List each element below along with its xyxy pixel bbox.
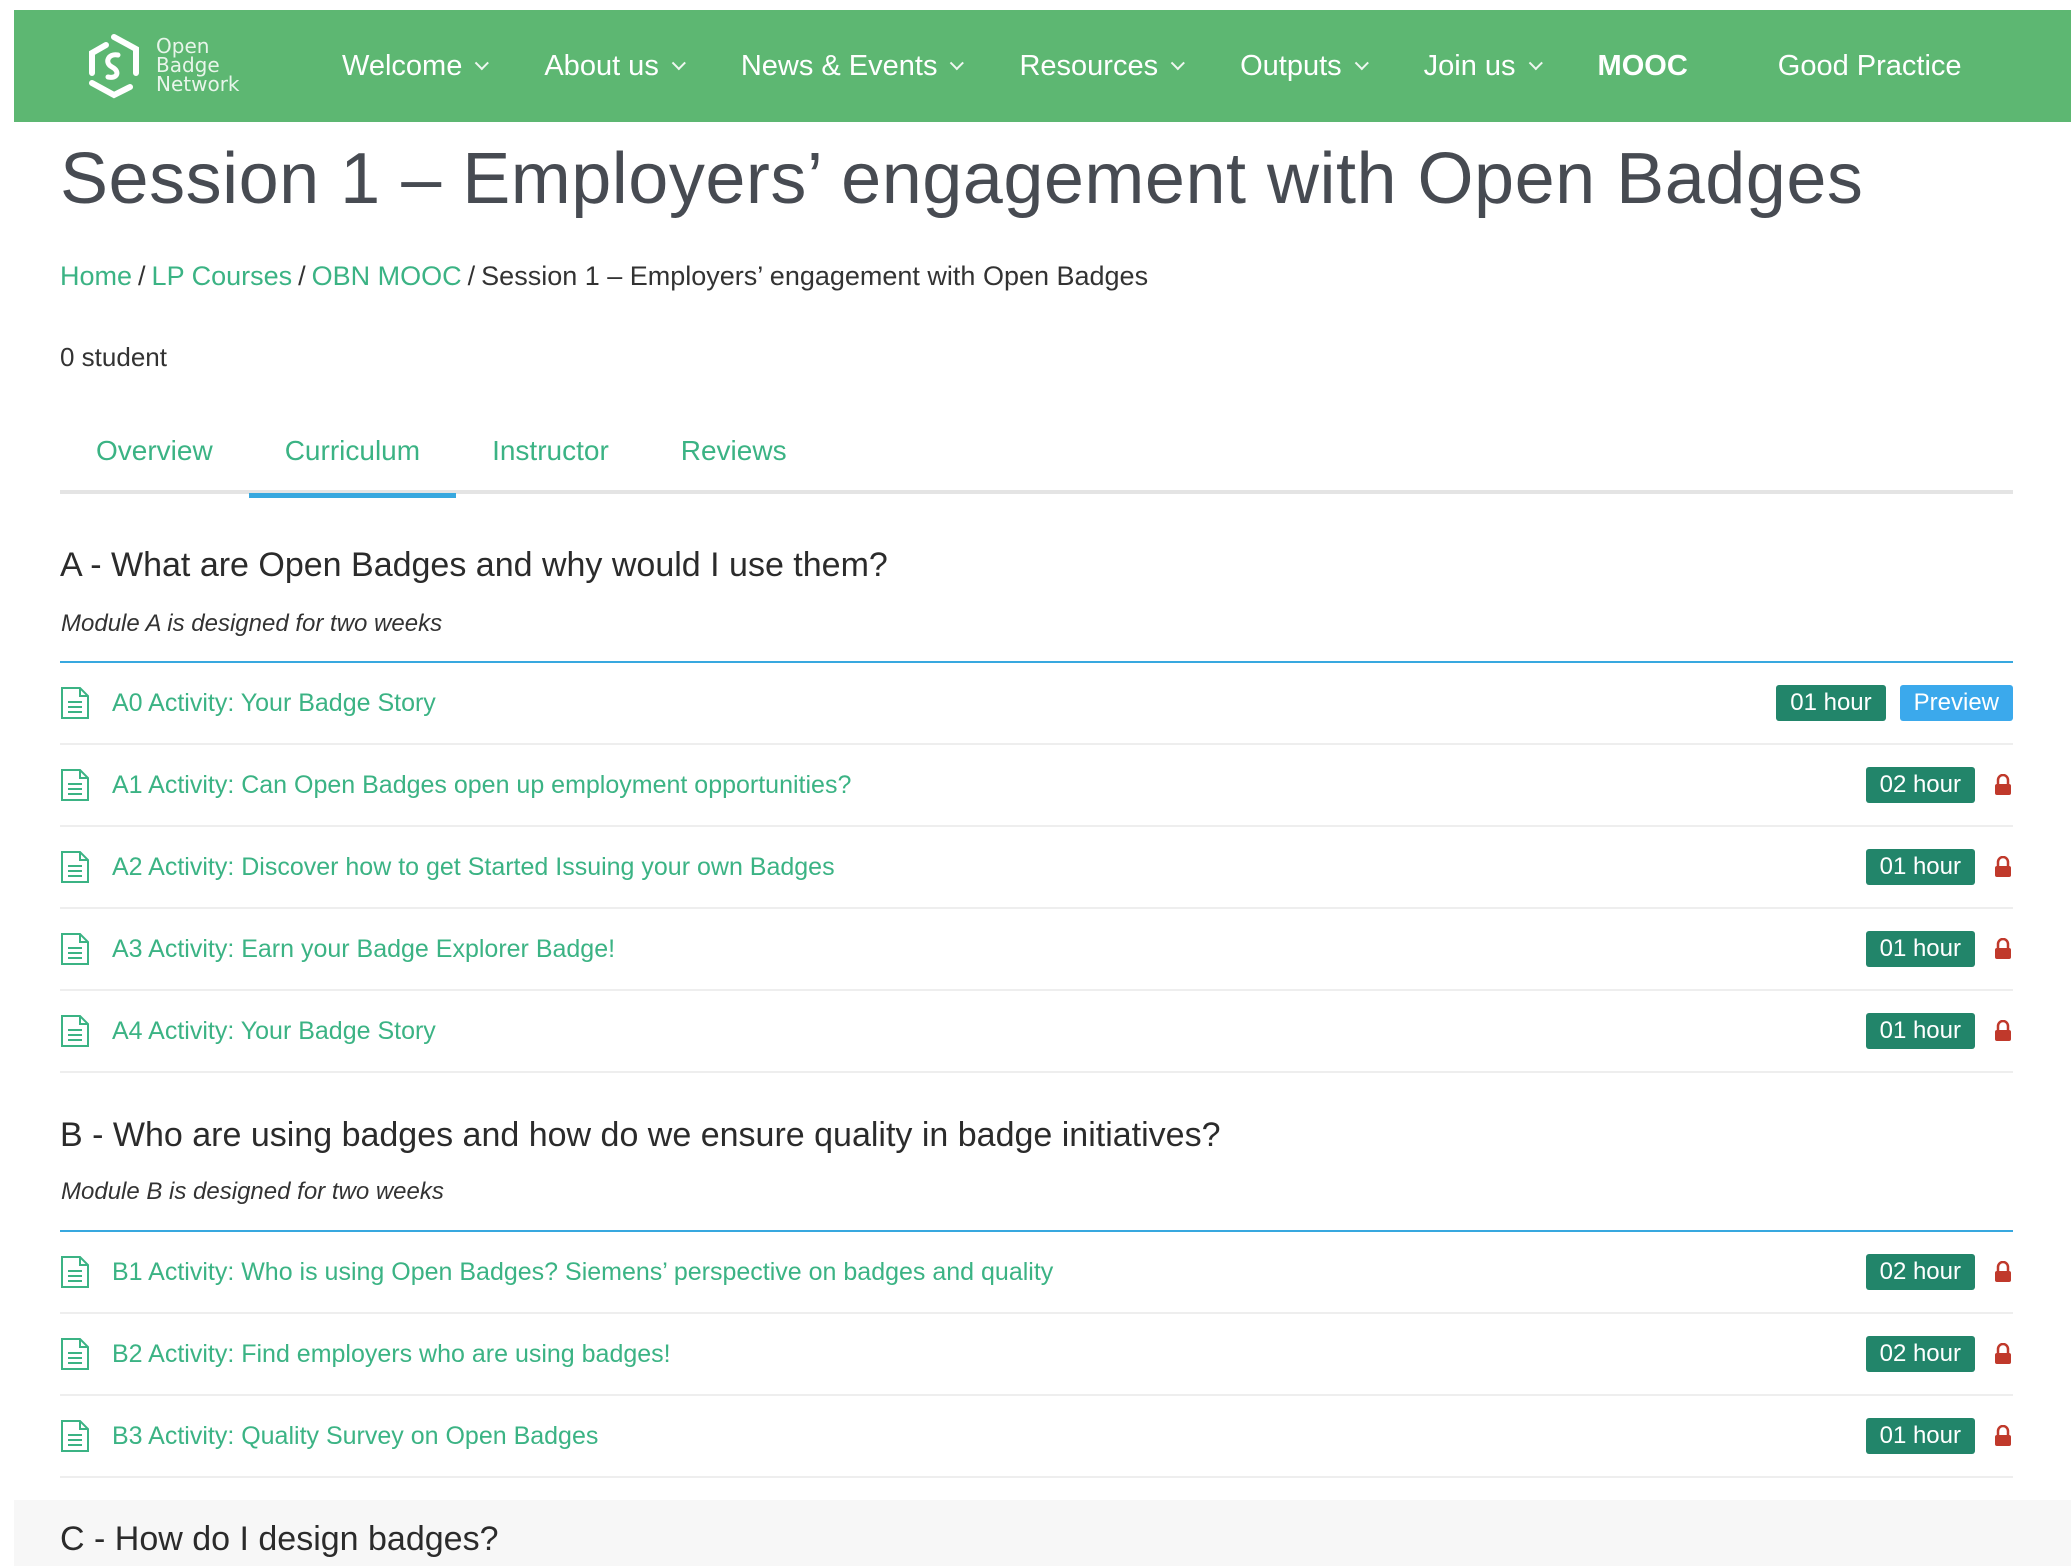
document-icon [61,769,89,801]
document-icon [61,687,89,719]
tab-instructor[interactable]: Instructor [456,418,645,494]
lock-icon [1995,1261,2011,1282]
lesson-link[interactable]: B2 Activity: Find employers who are usin… [112,1340,1866,1369]
chevron-down-icon [671,56,686,71]
breadcrumb-current: Session 1 – Employers’ engagement with O… [481,261,1149,291]
student-count: 0 student [60,342,167,372]
section-title-a[interactable]: A - What are Open Badges and why would I… [60,546,888,585]
duration-badge: 02 hour [1865,1254,1975,1290]
chevron-down-icon [950,56,965,71]
document-icon [61,851,89,883]
lesson-link[interactable]: A3 Activity: Earn your Badge Explorer Ba… [112,935,1866,964]
chevron-down-icon [1354,56,1369,71]
page-title: Session 1 – Employers’ engagement with O… [60,139,1864,219]
document-icon [61,1338,89,1370]
duration-badge: 01 hour [1865,931,1975,967]
site-logo[interactable]: Open Badge Network [78,20,248,110]
lock-icon [1995,1020,2011,1041]
lock-icon [1995,938,2011,959]
document-icon [61,933,89,965]
duration-badge: 01 hour [1865,849,1975,885]
main-nav: Welcome About us News & Events Resources… [342,10,2022,122]
chevron-down-icon [1170,56,1185,71]
course-tabs: Overview Curriculum Instructor Reviews [60,418,2013,498]
nav-item-welcome[interactable]: Welcome [342,50,490,83]
nav-item-news-events[interactable]: News & Events [741,50,965,83]
nav-item-outputs[interactable]: Outputs [1240,50,1369,83]
breadcrumb: Home / LP Courses / OBN MOOC / Session 1 – Emp… [60,261,1149,291]
chevron-down-icon [1528,56,1543,71]
document-icon [61,1256,89,1288]
tab-curriculum[interactable]: Curriculum [248,418,457,498]
nav-item-about-us[interactable]: About us [544,50,686,83]
lock-icon [1995,774,2011,795]
section-title-c[interactable]: C - How do I design badges? [60,1520,498,1559]
duration-badge: 02 hour [1865,767,1975,803]
section-description-a: Module A is designed for two weeks [61,610,443,637]
document-icon [61,1015,89,1047]
lock-icon [1995,856,2011,877]
nav-item-mooc[interactable]: MOOC [1598,50,1688,83]
section-title-b[interactable]: B - Who are using badges and how do we e… [60,1116,1221,1155]
lock-icon [1995,1425,2011,1446]
logo-text: Open Badge Network [156,33,240,96]
document-icon [61,1420,89,1452]
lesson-link[interactable]: B3 Activity: Quality Survey on Open Badg… [112,1422,1866,1451]
breadcrumb-lp-courses-link[interactable]: LP Courses [152,261,293,291]
section-description-b: Module B is designed for two weeks [61,1178,444,1205]
lesson-link[interactable]: A4 Activity: Your Badge Story [112,1017,1866,1046]
lesson-item[interactable]: B1 Activity: Who is using Open Badges? S… [60,1232,2013,1314]
lesson-item[interactable]: B3 Activity: Quality Survey on Open Badg… [60,1396,2013,1478]
preview-button[interactable]: Preview [1899,685,2013,721]
lesson-item[interactable]: A0 Activity: Your Badge Story 01 hour Pr… [60,663,2013,745]
lesson-link[interactable]: A1 Activity: Can Open Badges open up emp… [112,771,1866,800]
lesson-item[interactable]: A4 Activity: Your Badge Story 01 hour [60,991,2013,1073]
breadcrumb-obn-mooc-link[interactable]: OBN MOOC [312,261,462,291]
duration-badge: 02 hour [1865,1336,1975,1372]
section-c-header[interactable]: C - How do I design badges? [14,1500,2071,1566]
lesson-link[interactable]: A0 Activity: Your Badge Story [112,689,1776,718]
duration-badge: 01 hour [1865,1418,1975,1454]
lock-icon [1995,1343,2011,1364]
lesson-item[interactable]: B2 Activity: Find employers who are usin… [60,1314,2013,1396]
lesson-link[interactable]: A2 Activity: Discover how to get Started… [112,853,1866,882]
tab-overview[interactable]: Overview [60,418,249,494]
duration-badge: 01 hour [1865,1013,1975,1049]
top-nav-bar: Open Badge Network Welcome About us News… [14,10,2071,122]
nav-item-join-us[interactable]: Join us [1424,50,1543,83]
chevron-down-icon [475,56,490,71]
tab-reviews[interactable]: Reviews [645,418,823,494]
lesson-link[interactable]: B1 Activity: Who is using Open Badges? S… [112,1258,1866,1287]
duration-badge: 01 hour [1776,685,1886,721]
breadcrumb-home-link[interactable]: Home [60,261,132,291]
nav-item-good-practice[interactable]: Good Practice [1778,50,1962,83]
lesson-item[interactable]: A3 Activity: Earn your Badge Explorer Ba… [60,909,2013,991]
lesson-item[interactable]: A1 Activity: Can Open Badges open up emp… [60,745,2013,827]
lesson-item[interactable]: A2 Activity: Discover how to get Started… [60,827,2013,909]
open-badge-network-logo-icon [89,34,139,99]
nav-item-resources[interactable]: Resources [1019,50,1185,83]
